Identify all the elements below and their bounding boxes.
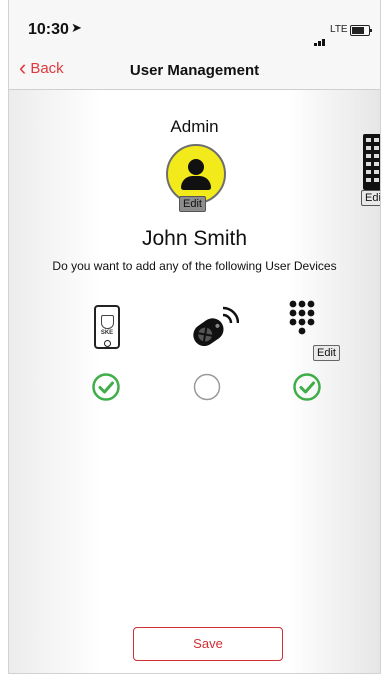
phone-selected-check-icon[interactable] bbox=[91, 372, 121, 402]
avatar-edit-button[interactable]: Edit bbox=[179, 196, 206, 212]
phone-icon[interactable]: SKE bbox=[94, 305, 120, 349]
navigation-bar: ‹ Back User Management bbox=[9, 52, 380, 90]
user-icon-body bbox=[181, 176, 211, 190]
user-name: John Smith bbox=[141, 227, 248, 250]
avatar[interactable] bbox=[166, 144, 226, 204]
keypad-edit-button[interactable]: Edit bbox=[361, 190, 380, 206]
shield-icon bbox=[101, 315, 114, 329]
device-prompt: Do you want to add any of the following … bbox=[52, 259, 337, 273]
save-button[interactable]: Save bbox=[133, 627, 283, 661]
location-arrow-icon: ➤ bbox=[71, 20, 82, 35]
key-fob-icon[interactable] bbox=[189, 305, 239, 351]
battery-icon bbox=[350, 25, 372, 36]
app-frame: 10:30 ➤ LTE ‹ Back User Management Admin… bbox=[8, 0, 381, 674]
keypad-icon[interactable] bbox=[363, 134, 381, 190]
phone-label: SKE bbox=[100, 330, 114, 336]
status-bar: 10:30 ➤ LTE bbox=[9, 0, 380, 52]
keypad-dots-icon[interactable] bbox=[289, 300, 317, 350]
user-role: Admin bbox=[170, 117, 219, 136]
keypad-selected-check-icon[interactable] bbox=[292, 372, 322, 402]
signal-icon bbox=[314, 28, 326, 46]
status-time: 10:30 bbox=[28, 21, 69, 38]
page-title: User Management bbox=[129, 62, 260, 79]
keypad-device-edit-button[interactable]: Edit bbox=[313, 345, 340, 361]
user-icon bbox=[188, 159, 204, 175]
key-fob-unselected-radio[interactable] bbox=[192, 372, 222, 402]
home-button-icon bbox=[104, 340, 111, 347]
carrier-label: LTE bbox=[330, 24, 348, 35]
